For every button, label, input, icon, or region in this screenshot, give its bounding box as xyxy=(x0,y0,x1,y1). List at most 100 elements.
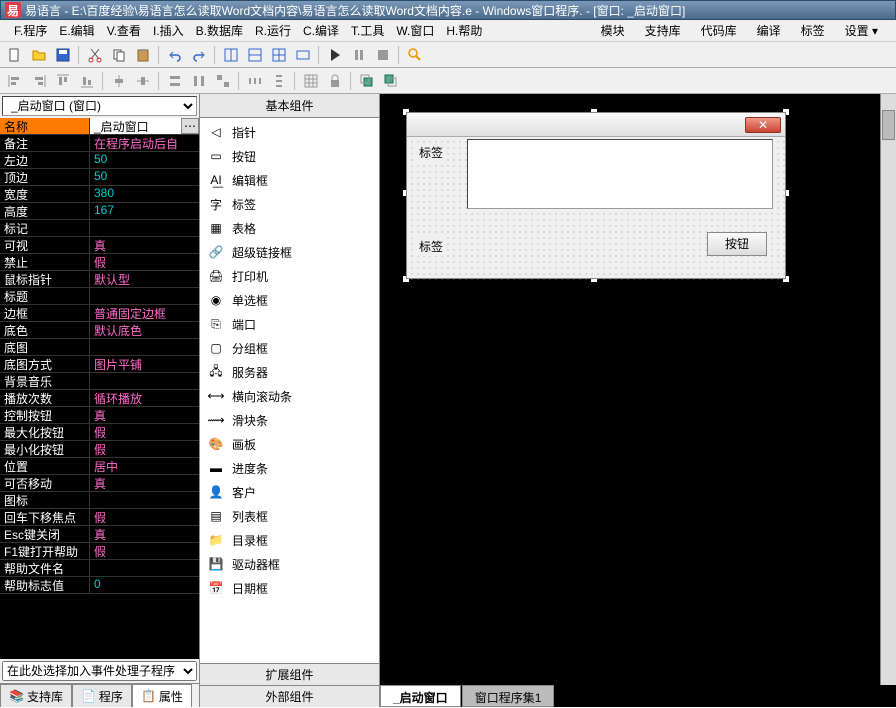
align-top-icon[interactable] xyxy=(52,70,74,92)
property-row[interactable]: 最小化按钮假 xyxy=(0,441,199,458)
component-item[interactable]: 🖧服务器 xyxy=(202,360,377,384)
menu-edit[interactable]: E.编辑 xyxy=(53,20,100,41)
property-row[interactable]: Esc键关闭真 xyxy=(0,526,199,543)
property-row[interactable]: 图标 xyxy=(0,492,199,509)
save-icon[interactable] xyxy=(52,44,74,66)
menu-tools[interactable]: T.工具 xyxy=(345,20,390,41)
property-row[interactable]: 播放次数循环播放 xyxy=(0,390,199,407)
find-icon[interactable] xyxy=(404,44,426,66)
cut-icon[interactable] xyxy=(84,44,106,66)
component-item[interactable]: ▦表格 xyxy=(202,216,377,240)
same-height-icon[interactable] xyxy=(188,70,210,92)
menu-window[interactable]: W.窗口 xyxy=(390,20,440,41)
menu-program[interactable]: F.程序 xyxy=(8,20,53,41)
close-icon[interactable]: ✕ xyxy=(745,117,781,133)
menu-settings[interactable]: 设置 ▾ xyxy=(835,20,888,41)
align-left-icon[interactable] xyxy=(4,70,26,92)
layout4-icon[interactable] xyxy=(292,44,314,66)
component-item[interactable]: 👤客户 xyxy=(202,480,377,504)
property-row[interactable]: 帮助标志值0 xyxy=(0,577,199,594)
component-item[interactable]: 📅日期框 xyxy=(202,576,377,600)
menu-compile2[interactable]: 编译 xyxy=(747,20,791,41)
menu-module[interactable]: 模块 xyxy=(591,20,635,41)
property-row[interactable]: 底图方式图片平铺 xyxy=(0,356,199,373)
property-row[interactable]: 标题 xyxy=(0,288,199,305)
property-row[interactable]: 左边50 xyxy=(0,152,199,169)
property-row[interactable]: 边框普通固定边框 xyxy=(0,305,199,322)
tab-program[interactable]: 📄 程序 xyxy=(72,684,132,707)
event-selector[interactable]: 在此处选择加入事件处理子程序 xyxy=(2,661,197,681)
property-row[interactable]: 帮助文件名 xyxy=(0,560,199,577)
preview-editbox[interactable] xyxy=(467,139,773,209)
property-row[interactable]: 宽度380 xyxy=(0,186,199,203)
tab-support-lib[interactable]: 📚 支持库 xyxy=(0,684,72,707)
property-row[interactable]: 禁止假 xyxy=(0,254,199,271)
menu-label[interactable]: 标签 xyxy=(791,20,835,41)
layout1-icon[interactable] xyxy=(220,44,242,66)
undo-icon[interactable] xyxy=(164,44,186,66)
same-width-icon[interactable] xyxy=(164,70,186,92)
component-item[interactable]: ⎘端口 xyxy=(202,312,377,336)
open-icon[interactable] xyxy=(28,44,50,66)
object-selector[interactable]: _启动窗口 (窗口) xyxy=(2,96,197,116)
component-item[interactable]: ◉单选框 xyxy=(202,288,377,312)
menu-help[interactable]: H.帮助 xyxy=(440,20,488,41)
copy-icon[interactable] xyxy=(108,44,130,66)
component-item[interactable]: 🎨画板 xyxy=(202,432,377,456)
component-item[interactable]: 💾驱动器框 xyxy=(202,552,377,576)
menu-codelib[interactable]: 代码库 xyxy=(691,20,747,41)
component-item[interactable]: 🔗超级链接框 xyxy=(202,240,377,264)
design-tab-window[interactable]: _启动窗口 xyxy=(380,685,461,707)
menu-run[interactable]: R.运行 xyxy=(249,20,297,41)
layout2-icon[interactable] xyxy=(244,44,266,66)
property-row[interactable]: 鼠标指针默认型 xyxy=(0,271,199,288)
property-row[interactable]: 背景音乐 xyxy=(0,373,199,390)
component-item[interactable]: ▬进度条 xyxy=(202,456,377,480)
property-row[interactable]: 控制按钮真 xyxy=(0,407,199,424)
property-row[interactable]: 回车下移焦点假 xyxy=(0,509,199,526)
menu-support[interactable]: 支持库 xyxy=(635,20,691,41)
redo-icon[interactable] xyxy=(188,44,210,66)
new-icon[interactable] xyxy=(4,44,26,66)
property-row[interactable]: 备注在程序启动后自 xyxy=(0,135,199,152)
vertical-scrollbar[interactable] xyxy=(880,94,896,685)
component-item[interactable]: ⟿滑块条 xyxy=(202,408,377,432)
component-item[interactable]: ⟷横向滚动条 xyxy=(202,384,377,408)
design-canvas[interactable]: ✕ 标签 标签 按钮 _启动窗口 窗口程序集1 xyxy=(380,94,896,707)
property-row[interactable]: 标记 xyxy=(0,220,199,237)
dist-h-icon[interactable] xyxy=(244,70,266,92)
menu-insert[interactable]: I.插入 xyxy=(147,20,190,41)
component-item[interactable]: ▭按钮 xyxy=(202,144,377,168)
align-right-icon[interactable] xyxy=(28,70,50,92)
menu-compile[interactable]: C.编译 xyxy=(297,20,345,41)
property-row[interactable]: 可视真 xyxy=(0,237,199,254)
same-size-icon[interactable] xyxy=(212,70,234,92)
property-row[interactable]: 底色默认底色 xyxy=(0,322,199,339)
property-row[interactable]: 高度167 xyxy=(0,203,199,220)
component-item[interactable]: ▢分组框 xyxy=(202,336,377,360)
property-grid[interactable]: 名称 _启动窗口 ⋯ 备注在程序启动后自左边50顶边50宽度380高度167标记… xyxy=(0,118,199,659)
menu-database[interactable]: B.数据库 xyxy=(190,20,249,41)
component-item[interactable]: 字标签 xyxy=(202,192,377,216)
send-back-icon[interactable] xyxy=(380,70,402,92)
property-row[interactable]: F1键打开帮助假 xyxy=(0,543,199,560)
stop-icon[interactable] xyxy=(372,44,394,66)
property-row[interactable]: 底图 xyxy=(0,339,199,356)
preview-label-2[interactable]: 标签 xyxy=(417,237,445,256)
design-tab-code[interactable]: 窗口程序集1 xyxy=(462,685,555,707)
center-h-icon[interactable] xyxy=(108,70,130,92)
property-row[interactable]: 可否移动真 xyxy=(0,475,199,492)
component-item[interactable]: A͟I编辑框 xyxy=(202,168,377,192)
lock-icon[interactable] xyxy=(324,70,346,92)
preview-button[interactable]: 按钮 xyxy=(707,232,767,256)
tab-properties[interactable]: 📋 属性 xyxy=(132,684,192,707)
bring-front-icon[interactable] xyxy=(356,70,378,92)
dist-v-icon[interactable] xyxy=(268,70,290,92)
form-preview[interactable]: ✕ 标签 标签 按钮 xyxy=(406,112,786,279)
layout3-icon[interactable] xyxy=(268,44,290,66)
property-row[interactable]: 最大化按钮假 xyxy=(0,424,199,441)
run-icon[interactable] xyxy=(324,44,346,66)
align-bottom-icon[interactable] xyxy=(76,70,98,92)
component-item[interactable]: ▤列表框 xyxy=(202,504,377,528)
component-list[interactable]: ◁指针▭按钮A͟I编辑框字标签▦表格🔗超级链接框🖨打印机◉单选框⎘端口▢分组框🖧… xyxy=(200,118,379,663)
